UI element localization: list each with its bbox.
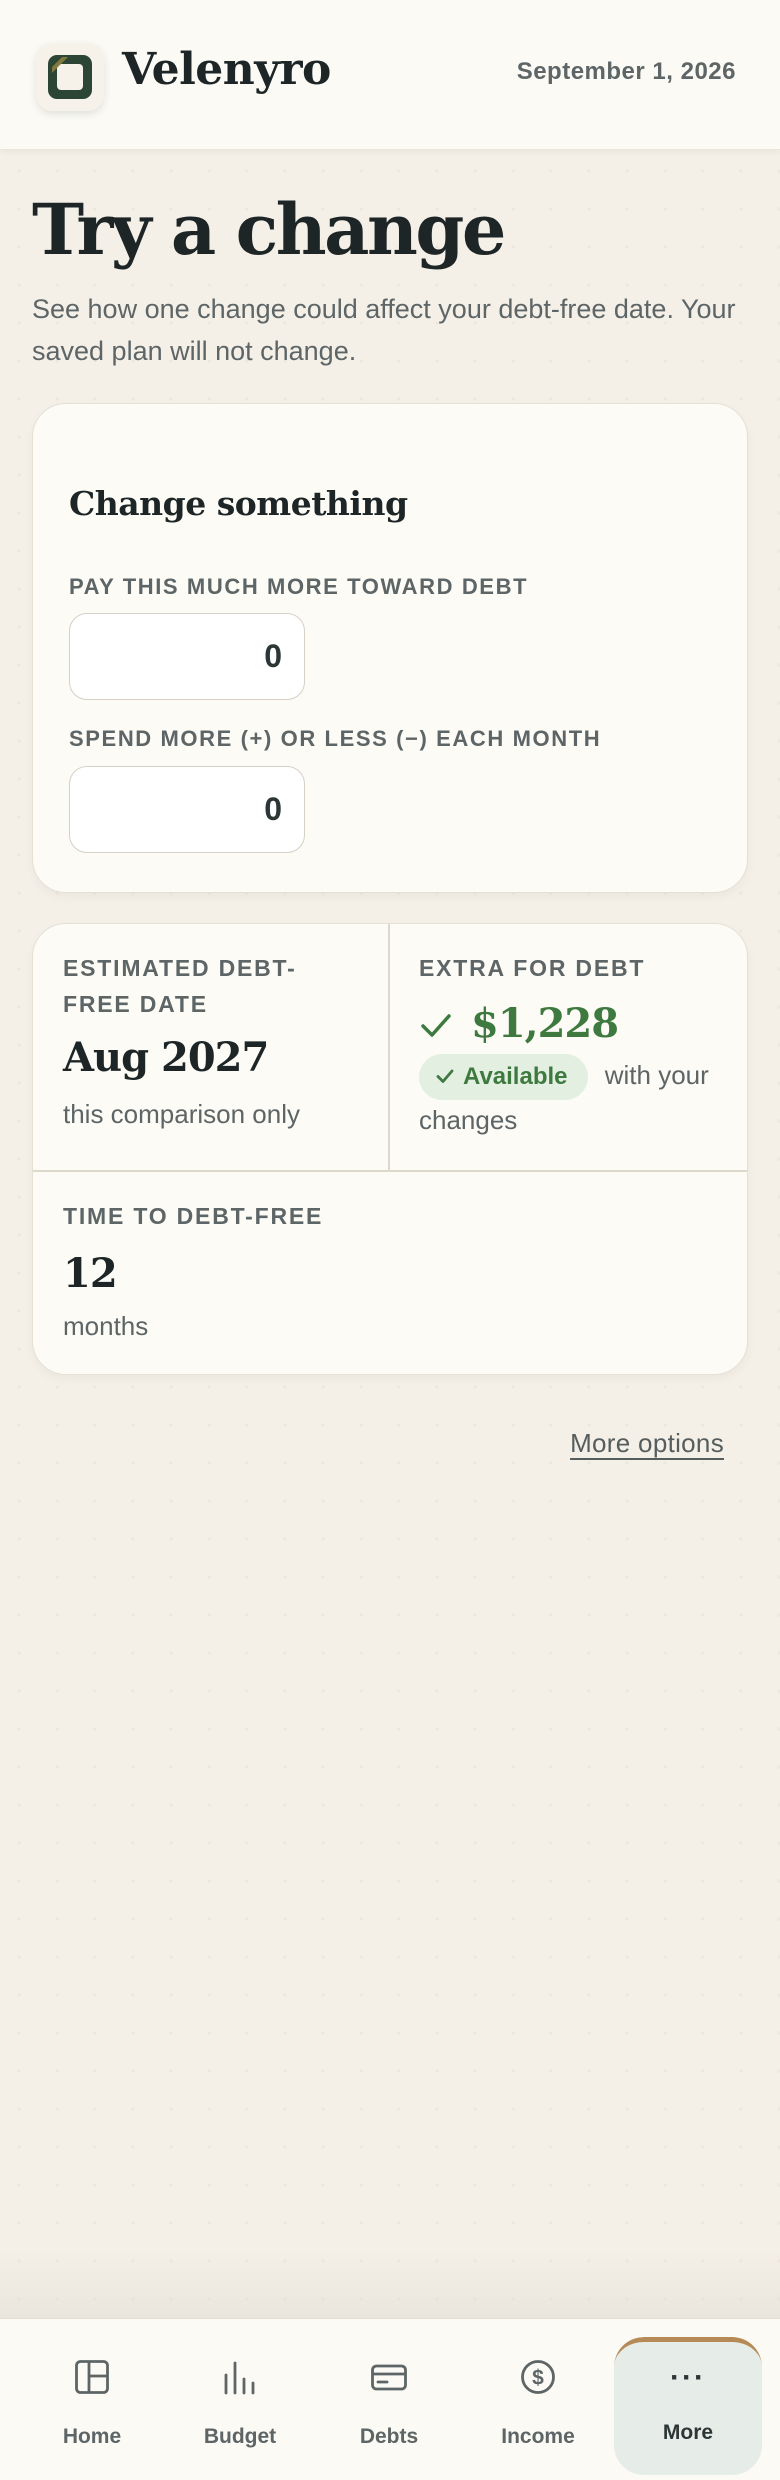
divider-horizontal — [33, 1170, 747, 1172]
check-icon — [421, 1014, 451, 1037]
nav-more-label: More — [662, 2421, 714, 2444]
card-title: Change something — [69, 484, 408, 523]
extra-for-debt-label: EXTRA FOR DEBT — [419, 955, 646, 981]
time-to-debt-free-label: TIME TO DEBT-FREE — [63, 1203, 324, 1229]
time-to-debt-free-value: 12 — [63, 1250, 118, 1297]
debt-free-date-value: Aug 2027 — [63, 1034, 269, 1081]
extra-for-debt-status: Available with your changes — [419, 1054, 719, 1141]
time-to-debt-free-unit: months — [63, 1311, 149, 1341]
app-logo-icon — [48, 55, 92, 99]
more-dots-icon: ··· — [670, 2361, 706, 2394]
bottom-fade — [0, 2250, 780, 2320]
page-title: Try a change — [32, 188, 506, 271]
extra-for-debt-value: $1,228 — [471, 1000, 619, 1047]
badge-label: Available — [463, 1063, 568, 1090]
results-card: ESTIMATED DEBT-FREE DATE Aug 2027 this c… — [32, 923, 748, 1375]
current-date: September 1, 2026 — [516, 58, 736, 85]
nav-budget[interactable]: Budget — [166, 2319, 314, 2480]
extra-payment-label: PAY THIS MUCH MORE TOWARD DEBT — [69, 574, 529, 599]
extra-payment-input[interactable] — [70, 614, 304, 699]
budget-chart-icon — [224, 2361, 255, 2395]
available-badge: Available — [419, 1054, 588, 1100]
credit-card-icon — [371, 2364, 407, 2391]
nav-home-label: Home — [62, 2425, 122, 2448]
spending-change-label: SPEND MORE (+) OR LESS (−) EACH MONTH — [69, 726, 602, 751]
nav-budget-label: Budget — [203, 2425, 277, 2448]
badge-check-icon — [436, 1069, 454, 1083]
spending-change-input[interactable] — [70, 767, 304, 852]
spending-change-field-wrapper — [69, 766, 305, 853]
divider-vertical — [388, 924, 390, 1170]
svg-text:$: $ — [532, 2367, 544, 2390]
bottom-nav: Home Budget Debts $ Income ··· More — [0, 2318, 780, 2480]
home-icon — [75, 2360, 109, 2394]
dollar-coin-icon: $ — [521, 2360, 555, 2394]
nav-income-label: Income — [501, 2425, 575, 2448]
change-something-card: Change something PAY THIS MUCH MORE TOWA… — [32, 403, 748, 893]
nav-more[interactable]: ··· More — [614, 2337, 762, 2475]
nav-debts[interactable]: Debts — [315, 2319, 463, 2480]
brand-name: Velenyro — [122, 44, 331, 95]
page-description: See how one change could affect your deb… — [32, 294, 736, 366]
more-options-link[interactable]: More options — [570, 1428, 724, 1459]
debt-free-date-note: this comparison only — [63, 1099, 300, 1129]
nav-income[interactable]: $ Income — [464, 2319, 612, 2480]
debt-free-date-label: ESTIMATED DEBT-FREE DATE — [63, 955, 297, 1017]
app-header: Velenyro September 1, 2026 — [0, 0, 780, 150]
extra-payment-field-wrapper — [69, 613, 305, 700]
nav-debts-label: Debts — [359, 2425, 419, 2448]
nav-home[interactable]: Home — [18, 2319, 166, 2480]
app-logo[interactable] — [36, 43, 104, 111]
